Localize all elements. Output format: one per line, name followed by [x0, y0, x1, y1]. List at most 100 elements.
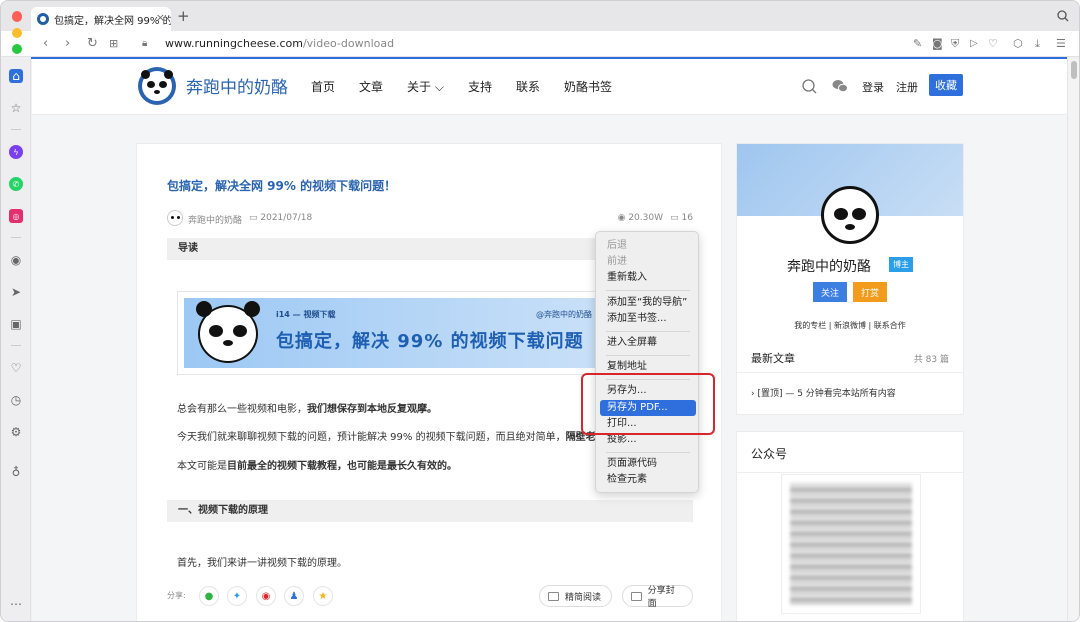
collect-button[interactable]: 收藏 — [929, 74, 963, 96]
close-window-icon[interactable] — [12, 12, 22, 22]
latest-articles-count: 共 83 篇 — [913, 355, 949, 365]
menu-icon[interactable]: ☰ — [1056, 36, 1066, 52]
menu-item-add-bookmark[interactable]: 添加至书签... — [600, 311, 696, 327]
menu-item-inspect[interactable]: 检查元素 — [600, 472, 696, 488]
nav-bookmarks[interactable]: 奶酪书签 — [564, 78, 612, 95]
search-icon[interactable] — [802, 79, 817, 94]
instagram-icon[interactable]: ◎ — [9, 209, 23, 223]
tips-icon[interactable]: ♁ — [9, 465, 23, 479]
page-scrollbar[interactable] — [1067, 59, 1079, 621]
menu-separator — [606, 290, 690, 291]
author-name[interactable]: 奔跑中的奶酪 — [188, 213, 242, 226]
minimize-window-icon[interactable] — [12, 28, 22, 38]
menu-item-forward: 前进 — [607, 256, 627, 267]
share-label: 分享: — [167, 591, 186, 600]
menu-item-view-source[interactable]: 页面源代码 — [600, 456, 696, 472]
heart-icon[interactable]: ♡ — [988, 36, 998, 52]
history-icon[interactable]: ◷ — [9, 393, 23, 407]
banner-tag: i14 — 视频下载 — [276, 310, 336, 319]
forward-icon[interactable]: › — [65, 36, 70, 52]
reload-icon[interactable]: ↻ — [87, 36, 98, 52]
grid-icon[interactable]: ⊞ — [109, 36, 118, 52]
address-toolbar: ‹ › ↻ ⊞ 🔒︎ www.runningcheese.com/video-d… — [1, 31, 1079, 57]
main-nav: 首页 文章 关于 ⌵ 支持 联系 奶酪书签 — [311, 78, 636, 95]
calendar-icon: ▭ — [249, 213, 261, 223]
annotation-highlight — [581, 373, 715, 435]
latest-articles-title: 最新文章 — [751, 352, 795, 365]
tab-search-icon[interactable] — [1057, 10, 1069, 22]
share-weibo-icon[interactable]: ◉ — [256, 586, 276, 606]
home-icon[interactable]: ⌂ — [9, 69, 23, 83]
whatsapp-icon[interactable]: ✆ — [9, 177, 23, 191]
more-icon[interactable]: ⋯ — [9, 597, 23, 611]
profile-name: 奔跑中的奶酪 — [787, 259, 871, 275]
menu-separator — [606, 331, 690, 332]
nav-support[interactable]: 支持 — [468, 78, 492, 95]
share-cover-icon — [631, 591, 642, 601]
share-qq-icon[interactable]: ♟ — [284, 586, 304, 606]
view-count: ◉ 20.30W — [617, 213, 663, 223]
star-icon[interactable]: ☆ — [9, 101, 23, 115]
latest-article-item[interactable]: › [置顶] — 5 分钟看完本站所有内容 — [751, 386, 896, 399]
comment-count[interactable]: ▭ 16 — [670, 213, 693, 223]
profile-avatar[interactable] — [821, 186, 879, 244]
site-logo[interactable] — [138, 67, 176, 105]
wechat-icon[interactable] — [832, 79, 848, 93]
edit-icon[interactable]: ✎ — [913, 36, 922, 52]
share-twitter-icon[interactable]: ✦ — [227, 586, 247, 606]
tip-button[interactable]: 打赏 — [853, 282, 887, 302]
media-icon[interactable]: ◉ — [9, 253, 23, 267]
author-avatar[interactable] — [167, 210, 183, 226]
eye-icon: ◉ — [617, 213, 629, 223]
shield-icon[interactable]: ⛨ — [951, 36, 959, 52]
login-link[interactable]: 登录 — [862, 79, 884, 95]
article-meta: 奔跑中的奶酪 ▭ 2021/07/18 ◉ 20.30W ▭ 16 — [167, 210, 693, 228]
paragraph-4: 首先，我们来讲一讲视频下载的原理。 — [177, 558, 347, 569]
nav-about[interactable]: 关于 ⌵ — [407, 78, 444, 95]
tab-active[interactable]: 包搞定，解决全网 99% 的视频 × — [31, 7, 171, 31]
wallet-icon[interactable]: ▣ — [9, 317, 23, 331]
tab-title: 包搞定，解决全网 99% 的视频 — [54, 15, 171, 27]
sidebar-divider — [11, 345, 21, 346]
profile-links[interactable]: 我的专栏 | 新浪微博 | 联系合作 — [737, 320, 963, 331]
menu-separator — [606, 452, 690, 453]
nav-contact[interactable]: 联系 — [516, 78, 540, 95]
url-path: /video-download — [302, 37, 395, 50]
send-icon[interactable]: ➤ — [9, 285, 23, 299]
zoom-window-icon[interactable] — [12, 44, 22, 54]
back-icon[interactable]: ‹ — [43, 36, 48, 52]
paragraph-3: 本文可能是目前最全的视频下载教程，也可能是最长久有效的。 — [177, 461, 457, 472]
article-banner: i14 — 视频下载 @奔跑中的奶酪 包搞定，解决 99% 的视频下载问题 — [177, 291, 609, 375]
camera-icon[interactable]: ◙ — [932, 36, 943, 52]
comment-icon: ▭ — [670, 213, 682, 223]
settings-icon[interactable]: ⚙ — [9, 425, 23, 439]
tab-close-icon[interactable]: × — [156, 11, 165, 24]
owner-badge: 博主 — [889, 257, 913, 272]
download-icon[interactable]: ⤓ — [1035, 36, 1040, 52]
publish-date: ▭ 2021/07/18 — [249, 213, 313, 223]
menu-item-back: 后退 — [607, 240, 627, 251]
nav-articles[interactable]: 文章 — [359, 78, 383, 95]
wechat-title: 公众号 — [751, 447, 788, 461]
scroll-thumb[interactable] — [1071, 61, 1077, 79]
menu-item-fullscreen[interactable]: 进入全屏幕 — [600, 335, 696, 351]
new-tab-icon[interactable]: + — [177, 7, 190, 25]
menu-item-reload[interactable]: 重新载入 — [600, 270, 696, 286]
register-link[interactable]: 注册 — [896, 79, 918, 95]
site-name[interactable]: 奔跑中的奶酪 — [186, 73, 288, 98]
messenger-icon[interactable]: ϟ — [9, 145, 23, 159]
read-mode-button[interactable]: 精简阅读 — [539, 585, 613, 607]
url-field[interactable]: www.runningcheese.com/video-download — [165, 37, 394, 50]
menu-item-add-nav[interactable]: 添加至“我的导航” — [600, 295, 696, 311]
follow-button[interactable]: 关注 — [813, 282, 847, 302]
favorites-icon[interactable]: ♡ — [9, 361, 23, 375]
web-page: 奔跑中的奶酪 首页 文章 关于 ⌵ 支持 联系 奶酪书签 登录 注册 收藏 包搞… — [32, 59, 1068, 621]
nav-home[interactable]: 首页 — [311, 78, 335, 95]
share-wechat-icon[interactable]: ● — [199, 586, 219, 606]
site-header: 奔跑中的奶酪 首页 文章 关于 ⌵ 支持 联系 奶酪书签 登录 注册 收藏 — [32, 59, 1068, 115]
url-host: www.runningcheese.com — [165, 37, 303, 50]
play-icon[interactable]: ▷ — [970, 36, 978, 52]
cube-icon[interactable]: ⬡ — [1013, 36, 1023, 52]
share-qzone-icon[interactable]: ★ — [313, 586, 333, 606]
share-cover-button[interactable]: 分享封面 — [622, 585, 693, 609]
